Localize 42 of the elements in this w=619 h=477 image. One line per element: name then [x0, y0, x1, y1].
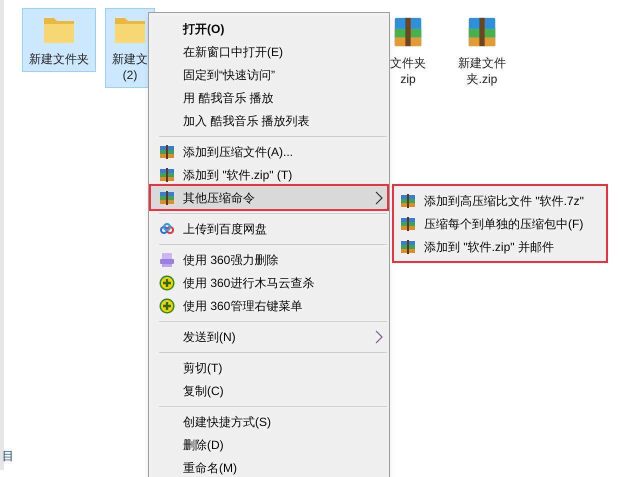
chevron-right-icon [375, 190, 383, 204]
menu-item[interactable]: 添加到压缩文件(A)... [151, 140, 387, 163]
archive-icon [400, 192, 416, 208]
menu-item[interactable]: 其他压缩命令 [151, 186, 387, 209]
menu-item[interactable]: 用 酷我音乐 播放 [151, 86, 387, 109]
cloud-icon [159, 222, 175, 234]
status-text: 目 [2, 448, 14, 465]
folder-icon [113, 15, 147, 45]
file-name: 新建文件 夹.zip [458, 55, 506, 87]
file-name: 新建文 (2) [112, 51, 148, 83]
archive-icon [400, 238, 416, 254]
chevron-right-icon [375, 330, 383, 344]
menu-item[interactable]: 加入 酷我音乐 播放列表 [151, 109, 387, 132]
plus-icon [159, 298, 175, 314]
menu-item[interactable]: 删除(D) [151, 433, 387, 456]
menu-item[interactable]: 剪切(T) [151, 356, 387, 379]
archive-icon [159, 166, 175, 182]
file-item[interactable]: 新建文件夹 [22, 8, 96, 72]
archive-icon [159, 190, 175, 206]
archive-icon [159, 144, 175, 160]
menu-item[interactable]: 压缩每个到单独的压缩包中(F) [394, 212, 606, 235]
menu-item[interactable]: 使用 360管理右键菜单 [151, 294, 387, 317]
menu-item[interactable]: 发送到(N) [151, 325, 387, 348]
archive-icon [400, 216, 416, 232]
file-item[interactable]: 文件夹 zip [389, 8, 427, 92]
menu-item[interactable]: 使用 360强力删除 [151, 248, 387, 271]
menu-item[interactable]: 上传到百度网盘 [151, 217, 387, 240]
menu-item[interactable]: 使用 360进行木马云查杀 [151, 271, 387, 294]
file-item[interactable]: 新建文件 夹.zip [450, 8, 514, 92]
menu-item[interactable]: 重命名(M) [151, 456, 387, 477]
plus-icon [159, 274, 175, 290]
menu-item[interactable]: 复制(C) [151, 379, 387, 402]
archive-icon [393, 15, 423, 49]
menu-item[interactable]: 添加到高压缩比文件 "软件.7z" [394, 189, 606, 212]
shredder-icon [159, 252, 175, 268]
file-name: 文件夹 zip [390, 55, 426, 87]
folder-icon [42, 15, 76, 45]
menu-item[interactable]: 添加到 "软件.zip" (T) [151, 163, 387, 186]
archive-icon [467, 15, 497, 49]
file-name: 新建文件夹 [29, 51, 89, 67]
menu-item[interactable]: 创建快捷方式(S) [151, 410, 387, 433]
menu-item[interactable]: 添加到 "软件.zip" 并邮件 [394, 235, 606, 258]
